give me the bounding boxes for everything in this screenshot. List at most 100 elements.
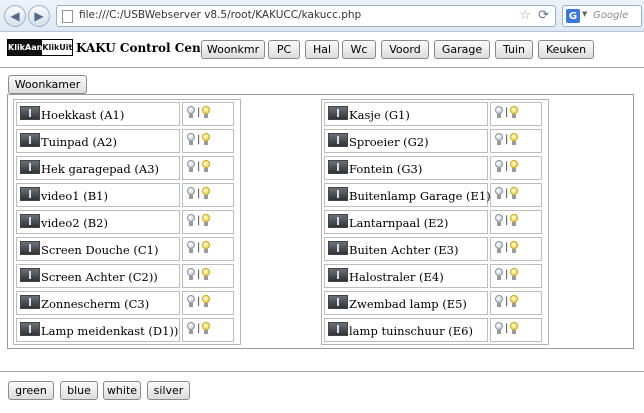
bulb-on-icon[interactable] bbox=[202, 322, 210, 334]
chevron-down-icon[interactable]: ▼ bbox=[582, 10, 587, 18]
bulb-on-icon[interactable] bbox=[202, 241, 210, 253]
bulb-on-icon[interactable] bbox=[202, 187, 210, 199]
bulb-off-icon[interactable] bbox=[187, 187, 195, 199]
device-name-cell: Zonnescherm (C3) bbox=[16, 291, 180, 315]
bulb-off-icon[interactable] bbox=[495, 241, 503, 253]
nav-button-tuin[interactable]: Tuin bbox=[495, 40, 533, 59]
device-name-cell: Lamp meidenkast (D1)) bbox=[16, 318, 180, 342]
bulb-off-icon[interactable] bbox=[187, 268, 195, 280]
bulb-off-icon[interactable] bbox=[495, 268, 503, 280]
search-input[interactable]: G ▼ Google bbox=[562, 5, 642, 27]
bulb-on-icon[interactable] bbox=[202, 106, 210, 118]
bulb-off-icon[interactable] bbox=[187, 322, 195, 334]
bulb-on-icon[interactable] bbox=[510, 241, 518, 253]
device-name-cell: Fontein (G3) bbox=[324, 156, 488, 180]
device-controls: | bbox=[182, 129, 234, 153]
control-separator: | bbox=[505, 296, 509, 307]
lamp-thumbnail-icon bbox=[328, 322, 348, 336]
nav-button-garage[interactable]: Garage bbox=[434, 40, 490, 59]
bulb-off-icon[interactable] bbox=[187, 133, 195, 145]
theme-button-silver[interactable]: silver bbox=[147, 381, 190, 400]
bulb-on-icon[interactable] bbox=[510, 268, 518, 280]
device-controls: | bbox=[182, 102, 234, 126]
device-name: Hek garagepad (A3) bbox=[41, 162, 160, 176]
nav-button-hal[interactable]: Hal bbox=[305, 40, 339, 59]
nav-button-woonkmr[interactable]: Woonkmr bbox=[201, 40, 265, 59]
bulb-on-icon[interactable] bbox=[510, 106, 518, 118]
nav-button-voord[interactable]: Voord bbox=[381, 40, 429, 59]
bulb-off-icon[interactable] bbox=[495, 187, 503, 199]
lamp-thumbnail-icon bbox=[20, 268, 40, 282]
page-header: KlikAan KlikUit KAKU Control Center Woon… bbox=[0, 32, 644, 68]
nav-button-pc[interactable]: PC bbox=[268, 40, 300, 59]
control-separator: | bbox=[505, 242, 509, 253]
lamp-thumbnail-icon bbox=[20, 241, 40, 255]
bulb-off-icon[interactable] bbox=[187, 214, 195, 226]
address-bar[interactable]: file:///C:/USBWebserver v8.5/root/KAKUCC… bbox=[56, 5, 556, 27]
reload-icon[interactable]: ⟳ bbox=[538, 8, 549, 23]
bulb-on-icon[interactable] bbox=[510, 322, 518, 334]
bulb-off-icon[interactable] bbox=[187, 295, 195, 307]
device-name-cell: video1 (B1) bbox=[16, 183, 180, 207]
device-name: Zwembad lamp (E5) bbox=[349, 297, 467, 311]
star-icon[interactable]: ☆ bbox=[519, 8, 531, 23]
bulb-on-icon[interactable] bbox=[202, 160, 210, 172]
device-controls: | bbox=[182, 156, 234, 180]
control-separator: | bbox=[197, 242, 201, 253]
bulb-on-icon[interactable] bbox=[202, 295, 210, 307]
bulb-off-icon[interactable] bbox=[495, 133, 503, 145]
bulb-on-icon[interactable] bbox=[510, 160, 518, 172]
bulb-on-icon[interactable] bbox=[202, 214, 210, 226]
bulb-on-icon[interactable] bbox=[510, 187, 518, 199]
nav-button-wc[interactable]: Wc bbox=[342, 40, 376, 59]
device-column-right: Kasje (G1) | Sproeier (G2) | Fontein (G3… bbox=[321, 99, 549, 345]
control-separator: | bbox=[197, 107, 201, 118]
bulb-on-icon[interactable] bbox=[510, 214, 518, 226]
device-controls: | bbox=[182, 291, 234, 315]
theme-button-blue[interactable]: blue bbox=[60, 381, 98, 400]
theme-button-green[interactable]: green bbox=[8, 381, 54, 400]
device-name-cell: lamp tuinschuur (E6) bbox=[324, 318, 488, 342]
device-name-cell: Screen Douche (C1) bbox=[16, 237, 180, 261]
device-name: Buitenlamp Garage (E1) bbox=[349, 189, 491, 203]
search-engine-icon[interactable]: G bbox=[566, 9, 580, 23]
nav-button-keuken[interactable]: Keuken bbox=[538, 40, 594, 59]
device-controls: | bbox=[182, 183, 234, 207]
bulb-off-icon[interactable] bbox=[495, 322, 503, 334]
bulb-on-icon[interactable] bbox=[202, 133, 210, 145]
device-controls: | bbox=[490, 102, 542, 126]
bulb-on-icon[interactable] bbox=[510, 295, 518, 307]
back-arrow-icon[interactable]: ◀ bbox=[4, 5, 26, 27]
bulb-off-icon[interactable] bbox=[187, 106, 195, 118]
lamp-thumbnail-icon bbox=[20, 295, 40, 309]
search-placeholder: Google bbox=[593, 10, 629, 21]
device-controls: | bbox=[490, 183, 542, 207]
lamp-thumbnail-icon bbox=[20, 214, 40, 228]
bulb-off-icon[interactable] bbox=[495, 295, 503, 307]
device-name: video2 (B2) bbox=[41, 216, 108, 230]
bulb-off-icon[interactable] bbox=[495, 160, 503, 172]
lamp-thumbnail-icon bbox=[20, 322, 40, 336]
forward-arrow-icon[interactable]: ▶ bbox=[28, 5, 50, 27]
lamp-thumbnail-icon bbox=[328, 187, 348, 201]
bulb-off-icon[interactable] bbox=[495, 214, 503, 226]
bulb-off-icon[interactable] bbox=[187, 241, 195, 253]
device-name: Kasje (G1) bbox=[349, 108, 410, 122]
theme-button-white[interactable]: white bbox=[103, 381, 141, 400]
bulb-on-icon[interactable] bbox=[202, 268, 210, 280]
bulb-off-icon[interactable] bbox=[187, 160, 195, 172]
device-controls: | bbox=[182, 237, 234, 261]
lamp-thumbnail-icon bbox=[328, 106, 348, 120]
device-controls: | bbox=[182, 210, 234, 234]
room-title-button[interactable]: Woonkamer bbox=[8, 75, 87, 94]
lamp-thumbnail-icon bbox=[328, 133, 348, 147]
device-name: video1 (B1) bbox=[41, 189, 108, 203]
bulb-off-icon[interactable] bbox=[495, 106, 503, 118]
device-name-cell: Sproeier (G2) bbox=[324, 129, 488, 153]
device-name: lamp tuinschuur (E6) bbox=[349, 324, 473, 338]
device-name: Fontein (G3) bbox=[349, 162, 423, 176]
device-controls: | bbox=[182, 264, 234, 288]
lamp-thumbnail-icon bbox=[328, 295, 348, 309]
bulb-on-icon[interactable] bbox=[510, 133, 518, 145]
lamp-thumbnail-icon bbox=[20, 160, 40, 174]
